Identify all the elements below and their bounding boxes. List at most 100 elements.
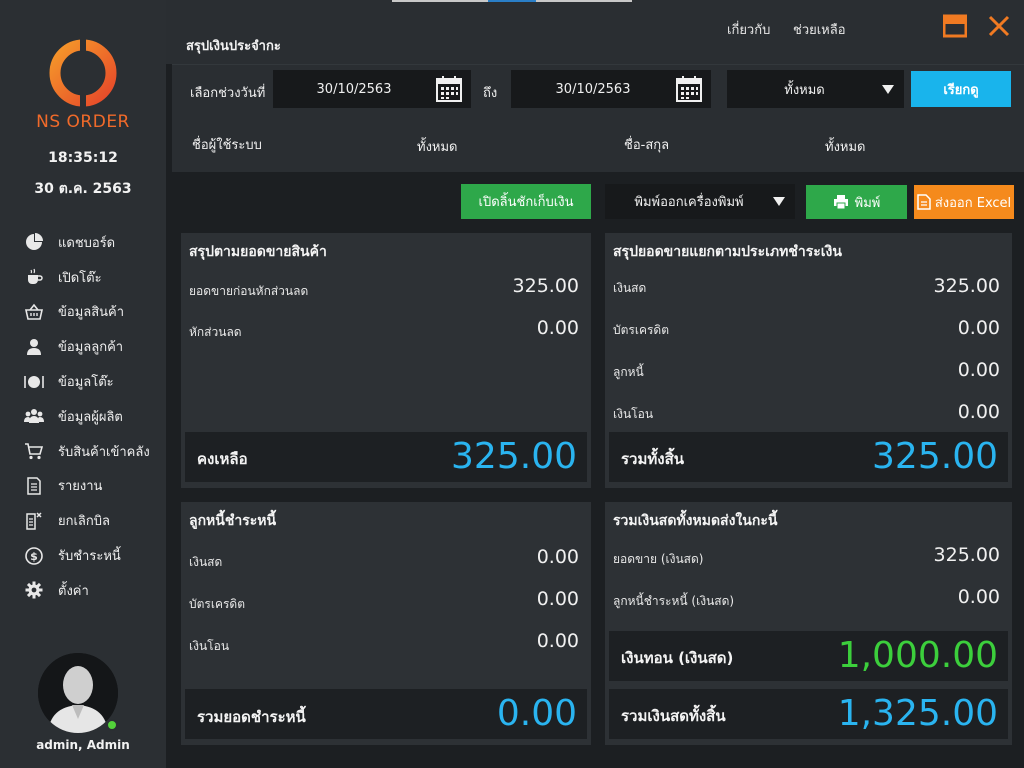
document-icon xyxy=(24,476,44,496)
online-status-indicator xyxy=(106,719,118,731)
sidebar-item-suppliers[interactable]: ข้อมูลผู้ผลิต xyxy=(0,399,166,434)
row-value[interactable]: 0.00 xyxy=(958,359,1000,381)
row-label: ลูกหนี้ xyxy=(613,365,644,379)
total-bar: คงเหลือ 325.00 xyxy=(185,432,587,482)
total-label: รวมเงินสดทั้งสิ้น xyxy=(621,707,726,725)
date-to-field[interactable]: 30/10/2563 xyxy=(511,70,711,108)
payment-summary-panel: สรุปยอดขายแยกตามประเภทชำระเงิน เงินสด 32… xyxy=(605,233,1012,488)
file-icon xyxy=(917,194,931,210)
row-label: เงินโอน xyxy=(613,407,654,421)
total-value: 0.00 xyxy=(496,693,577,734)
print-button-label: พิมพ์ xyxy=(854,195,881,211)
user-avatar[interactable] xyxy=(38,653,122,737)
sidebar-item-tables[interactable]: ข้อมูลโต๊ะ xyxy=(0,364,166,399)
row-label: เงินสด xyxy=(613,281,647,295)
page-title: สรุปเงินประจำกะ xyxy=(186,39,281,54)
export-excel-label: ส่งออก Excel xyxy=(934,195,1012,211)
sidebar-item-dashboard[interactable]: แดชบอร์ด xyxy=(0,225,166,260)
row-label: ยอดขายก่อนหักส่วนลด xyxy=(189,284,309,298)
sidebar-item-label: ข้อมูลผู้ผลิต xyxy=(58,409,123,425)
fullname-value: ทั้งหมด xyxy=(825,140,866,155)
help-link[interactable]: ช่วยเหลือ xyxy=(793,19,846,40)
panel-title: รวมเงินสดทั้งหมดส่งในกะนี้ xyxy=(613,513,778,529)
sidebar-item-settings[interactable]: ตั้งค่า xyxy=(0,573,166,608)
scope-select[interactable]: ทั้งหมด xyxy=(727,70,904,108)
row-label: บัตรเครดิต xyxy=(613,323,670,337)
panel-title: สรุปยอดขายแยกตามประเภทชำระเงิน xyxy=(613,244,842,260)
sidebar-item-reports[interactable]: รายงาน xyxy=(0,469,166,504)
cart-icon xyxy=(24,441,44,461)
total-bar: รวมเงินสดทั้งสิ้น 1,325.00 xyxy=(609,689,1008,739)
sidebar-item-label: ยกเลิกบิล xyxy=(58,514,110,530)
scope-select-value: ทั้งหมด xyxy=(784,82,825,98)
row-value: 0.00 xyxy=(957,586,1000,608)
plate-icon xyxy=(24,372,44,392)
app-window: NS ORDER 18:35:12 30 ต.ค. 2563 แดชบอร์ด … xyxy=(0,0,1024,768)
sidebar-item-cancel-bill[interactable]: ยกเลิกบิล xyxy=(0,503,166,538)
sidebar-nav: แดชบอร์ด เปิดโต๊ะ ข้อมูลสินค้า ข้อมูลลูก… xyxy=(0,225,166,608)
row-value: 0.00 xyxy=(536,546,579,568)
debt-payment-panel: ลูกหนี้ชำระหนี้ เงินสด 0.00 บัตรเครดิต 0… xyxy=(181,502,591,745)
calendar-icon[interactable] xyxy=(435,75,463,103)
calendar-icon[interactable] xyxy=(675,75,703,103)
panel-title: สรุปตามยอดขายสินค้า xyxy=(189,244,327,260)
change-bar: เงินทอน (เงินสด) 1,000.00 xyxy=(609,631,1008,681)
user-icon xyxy=(24,337,44,357)
date-from-value: 30/10/2563 xyxy=(316,81,392,97)
sidebar-item-open-table[interactable]: เปิดโต๊ะ xyxy=(0,260,166,295)
printer-icon xyxy=(833,195,848,210)
group-icon xyxy=(24,406,44,426)
cash-total-panel: รวมเงินสดทั้งหมดส่งในกะนี้ ยอดขาย (เงินส… xyxy=(605,502,1012,745)
sidebar-item-customers[interactable]: ข้อมูลลูกค้า xyxy=(0,329,166,364)
svg-text:$: $ xyxy=(30,550,38,563)
dollar-coin-icon: $ xyxy=(24,546,44,566)
total-label: คงเหลือ xyxy=(197,450,248,468)
open-cash-drawer-button[interactable]: เปิดลิ้นชักเก็บเงิน xyxy=(461,184,591,219)
sidebar-item-label: ตั้งค่า xyxy=(58,583,89,599)
row-value: 0.00 xyxy=(536,630,579,652)
export-excel-button[interactable]: ส่งออก Excel xyxy=(914,185,1014,219)
row-label: เงินโอน xyxy=(189,639,230,653)
brand-logo-icon xyxy=(49,38,117,108)
row-label: บัตรเครดิต xyxy=(189,597,246,611)
about-link[interactable]: เกี่ยวกับ xyxy=(727,19,770,40)
row-value: 0.00 xyxy=(957,317,1000,339)
sidebar-item-products[interactable]: ข้อมูลสินค้า xyxy=(0,295,166,330)
system-user-label: ชื่อผู้ใช้ระบบ xyxy=(192,138,262,153)
sidebar: NS ORDER 18:35:12 30 ต.ค. 2563 แดชบอร์ด … xyxy=(0,0,166,768)
printer-select[interactable]: พิมพ์ออกเครื่องพิมพ์ xyxy=(605,184,795,219)
total-value: 325.00 xyxy=(872,436,998,477)
row-value: 0.00 xyxy=(536,588,579,610)
query-button[interactable]: เรียกดู xyxy=(911,71,1011,107)
printer-select-value: พิมพ์ออกเครื่องพิมพ์ xyxy=(634,195,744,210)
row-value: 325.00 xyxy=(933,275,1000,297)
pie-chart-icon xyxy=(24,232,44,252)
minimize-window-icon[interactable] xyxy=(943,14,967,38)
row-value: 325.00 xyxy=(933,544,1000,566)
coffee-cup-icon xyxy=(24,267,44,287)
total-value: 1,325.00 xyxy=(837,693,998,734)
chevron-down-icon xyxy=(773,197,785,206)
brand-name: NS ORDER xyxy=(36,112,130,132)
print-button[interactable]: พิมพ์ xyxy=(806,185,907,219)
clock: 18:35:12 xyxy=(48,150,118,166)
row-value: 0.00 xyxy=(536,317,579,339)
row-label: ลูกหนี้ชำระหนี้ (เงินสด) xyxy=(613,594,735,608)
sidebar-item-debt-payment[interactable]: $ รับชำระหนี้ xyxy=(0,538,166,573)
sidebar-item-label: เปิดโต๊ะ xyxy=(58,270,102,286)
change-label: เงินทอน (เงินสด) xyxy=(621,649,734,667)
total-label: รวมยอดชำระหนี้ xyxy=(197,708,306,726)
sidebar-item-label: ข้อมูลโต๊ะ xyxy=(58,375,114,391)
sidebar-item-receive-stock[interactable]: รับสินค้าเข้าคลัง xyxy=(0,434,166,469)
top-bar xyxy=(166,0,1024,64)
sidebar-item-label: ข้อมูลสินค้า xyxy=(58,305,125,321)
username: admin, Admin xyxy=(36,738,130,752)
total-label: รวมทั้งสิ้น xyxy=(621,450,684,468)
fullname-label: ชื่อ-สกุล xyxy=(624,138,670,153)
total-value: 325.00 xyxy=(451,436,577,477)
sidebar-item-label: รายงาน xyxy=(58,479,103,495)
date-from-field[interactable]: 30/10/2563 xyxy=(273,70,471,108)
close-icon[interactable] xyxy=(987,14,1011,38)
date-to-value: 30/10/2563 xyxy=(555,81,631,97)
row-value: 0.00 xyxy=(957,401,1000,423)
